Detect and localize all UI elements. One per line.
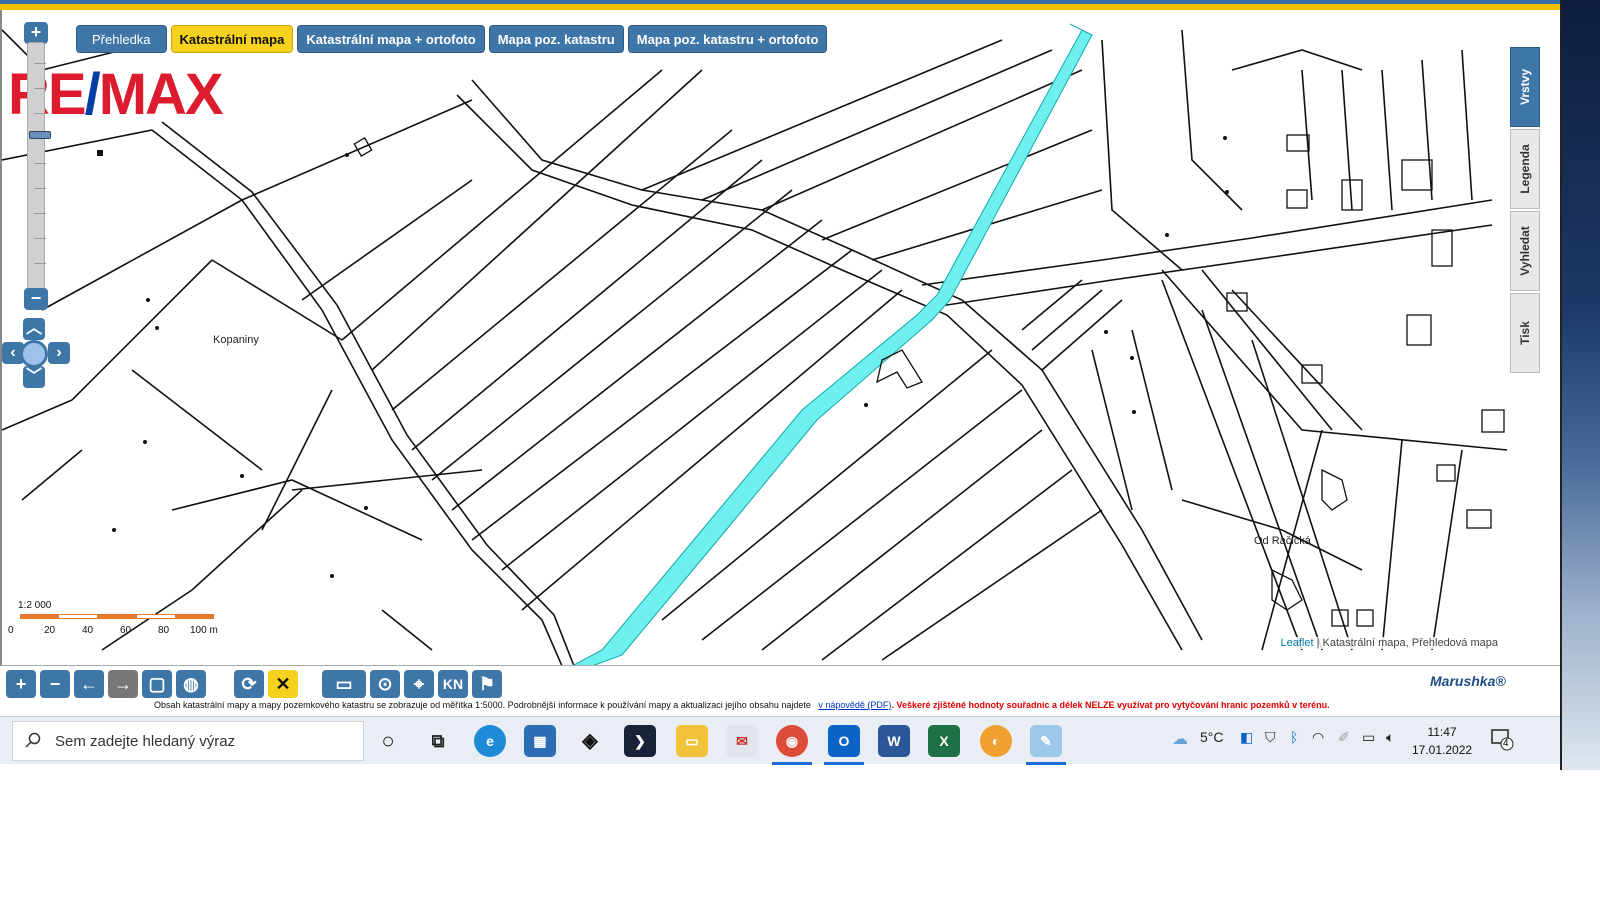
sticky-app-icon[interactable]: ◐ <box>980 725 1012 757</box>
coordinate-warning: . Veškeré zjištěné hodnoty souřadnic a d… <box>891 700 1330 710</box>
map-attribution: Leaflet | Katastrální mapa, Přehledová m… <box>1276 637 1502 649</box>
east-road-south <box>926 224 1493 309</box>
scale-bar: 1:2 000 0 20 40 60 80 100 m <box>8 600 228 640</box>
scale-ratio: 1:2 000 <box>18 600 52 611</box>
side-tab-layers[interactable]: Vrstvy <box>1510 47 1540 127</box>
edge-icon[interactable]: e <box>474 725 506 757</box>
refresh-button[interactable]: ⟳ <box>234 670 264 698</box>
clear-button[interactable]: ✕ <box>268 670 298 698</box>
zoom-out-tool-button[interactable]: − <box>40 670 70 698</box>
map-usage-notice: Obsah katastrální mapy a mapy pozemkovéh… <box>154 700 1330 710</box>
east-road-north <box>921 199 1493 286</box>
chrome-icon[interactable]: ◉ <box>776 725 808 757</box>
weather-icon[interactable]: ☁ <box>1172 729 1188 749</box>
scale-bar-segments <box>20 614 214 619</box>
tab-overview[interactable]: Přehledka <box>76 25 167 53</box>
scale-label: 40 <box>82 625 94 636</box>
pan-control: ︿ ‹ › ﹀ <box>2 318 70 388</box>
clock-time: 11:47 <box>1427 725 1457 739</box>
tab-cadastral-map-ortho[interactable]: Katastrální mapa + ortofoto <box>297 25 485 53</box>
measure-tool-button[interactable]: ▭ <box>322 670 366 698</box>
clock-date: 17.01.2022 <box>1412 743 1473 757</box>
side-panel-tabs: Vrstvy Legenda Vyhledat Tisk <box>1510 47 1540 375</box>
battery-icon[interactable]: ▭ <box>1362 729 1375 746</box>
tab-land-cadastre-map[interactable]: Mapa poz. katastru <box>488 25 624 53</box>
store-icon[interactable]: ▦ <box>524 725 556 757</box>
side-tab-legend[interactable]: Legenda <box>1510 129 1540 209</box>
map-type-tabs: Přehledka Katastrální mapa Katastrální m… <box>76 25 828 53</box>
scale-label: 20 <box>44 625 56 636</box>
locality-label-racicka: Od Račická <box>1254 535 1311 547</box>
map-canvas[interactable]: Kopaniny Od Račická Leaflet | Katastráln… <box>0 10 1560 666</box>
pan-right-icon[interactable]: › <box>48 342 70 364</box>
wifi-icon[interactable]: ◠ <box>1312 729 1324 746</box>
locate-button[interactable]: ⌖ <box>404 670 434 698</box>
side-tab-search[interactable]: Vyhledat <box>1510 211 1540 291</box>
kn-info-button[interactable]: KN <box>438 670 468 698</box>
zoom-slider[interactable]: + − <box>24 22 51 316</box>
scale-label: 80 <box>158 625 170 636</box>
full-extent-button[interactable]: ▢ <box>142 670 172 698</box>
search-icon <box>25 732 41 748</box>
globe-button[interactable]: ◍ <box>176 670 206 698</box>
zoom-in-tool-button[interactable]: + <box>6 670 36 698</box>
tab-cadastral-map[interactable]: Katastrální mapa <box>170 25 294 53</box>
taskbar-search-box[interactable]: Sem zadejte hledaný výraz <box>12 721 364 761</box>
zoom-thumb[interactable] <box>29 131 51 139</box>
outlook-icon[interactable]: O <box>828 725 860 757</box>
bluetooth-icon[interactable]: ᛒ <box>1290 729 1298 745</box>
mail-app-icon[interactable]: ✉ <box>726 725 758 757</box>
task-view-icon[interactable]: ⧉ <box>422 725 454 757</box>
paint-icon[interactable]: ✎ <box>1030 725 1062 757</box>
system-clock[interactable]: 11:47 17.01.2022 <box>1412 723 1472 759</box>
speaker-icon[interactable]: 🔈︎ <box>1386 729 1394 746</box>
cortana-icon[interactable]: ○ <box>372 725 404 757</box>
shield-icon[interactable]: ⛉ <box>1265 729 1276 746</box>
dropbox-icon[interactable]: ◈ <box>574 725 606 757</box>
powershell-icon[interactable]: ❯ <box>624 725 656 757</box>
attribution-text: Katastrální mapa, Přehledová mapa <box>1322 637 1499 649</box>
leaflet-link[interactable]: Leaflet <box>1280 637 1313 649</box>
excel-icon[interactable]: X <box>928 725 960 757</box>
map-toolbar: + − ← → ▢ ◍ ⟳ ✕ ▭ ⊙ ⌖ KN ⚑ Marushka® Obs… <box>0 666 1560 716</box>
zoom-in-button[interactable]: + <box>24 22 48 44</box>
word-icon[interactable]: W <box>878 725 910 757</box>
scale-label: 0 <box>8 625 14 636</box>
scale-label: 100 m <box>190 625 218 636</box>
marushka-brand: Marushka® <box>1430 673 1506 689</box>
zoom-track[interactable] <box>27 42 51 300</box>
notification-center-icon[interactable]: 4 <box>1490 727 1514 751</box>
tab-land-cadastre-ortho[interactable]: Mapa poz. katastru + ortofoto <box>627 25 828 53</box>
ink-icon[interactable]: ✐ <box>1338 729 1350 746</box>
top-accent-strip <box>0 0 1560 10</box>
pan-center-icon[interactable] <box>20 340 48 368</box>
pan-up-icon[interactable]: ︿ <box>23 318 45 340</box>
locality-label-kopaniny: Kopaniny <box>213 334 259 346</box>
app-window: Kopaniny Od Račická Leaflet | Katastráln… <box>0 0 1600 900</box>
info-tool-button[interactable]: ⚑ <box>472 670 502 698</box>
outlook-tray-icon[interactable]: ◧ <box>1240 729 1253 746</box>
weather-temperature[interactable]: 5°C <box>1200 729 1224 745</box>
scale-label: 60 <box>120 625 132 636</box>
taskbar-search-placeholder: Sem zadejte hledaný výraz <box>55 733 236 750</box>
gps-button[interactable]: ⊙ <box>370 670 400 698</box>
side-tab-print[interactable]: Tisk <box>1510 293 1540 373</box>
zoom-out-button[interactable]: − <box>24 288 48 310</box>
forward-button[interactable]: → <box>108 670 138 698</box>
west-path-1 <box>151 129 563 665</box>
file-explorer-icon[interactable]: ▭ <box>676 725 708 757</box>
pan-down-icon[interactable]: ﹀ <box>23 366 45 388</box>
help-pdf-link[interactable]: v nápovědě (PDF) <box>818 700 891 710</box>
windows-taskbar: Sem zadejte hledaný výraz ○ ⧉ e ▦ ◈ ❯ ▭ … <box>0 716 1560 765</box>
notification-count: 4 <box>1503 738 1509 749</box>
back-button[interactable]: ← <box>74 670 104 698</box>
desktop-wallpaper <box>1560 0 1600 770</box>
